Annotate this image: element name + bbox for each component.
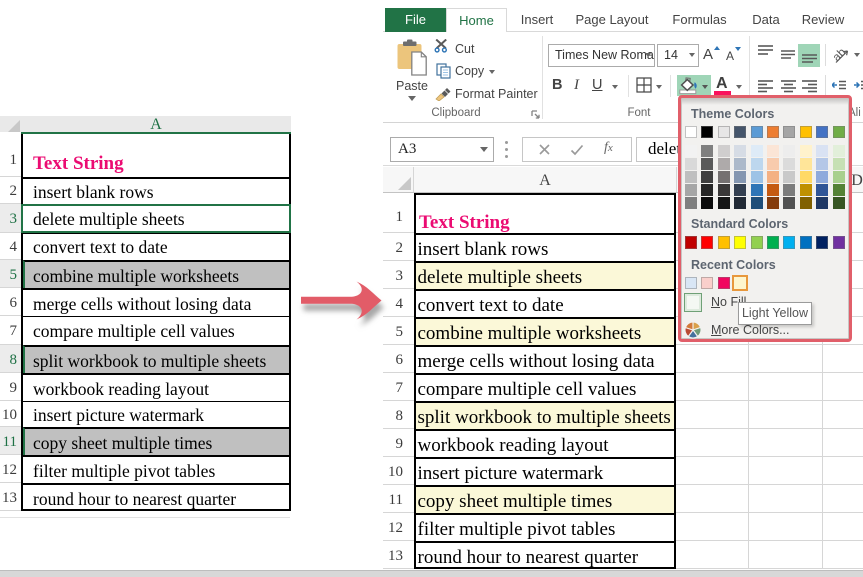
svg-text:ab: ab xyxy=(831,46,848,64)
